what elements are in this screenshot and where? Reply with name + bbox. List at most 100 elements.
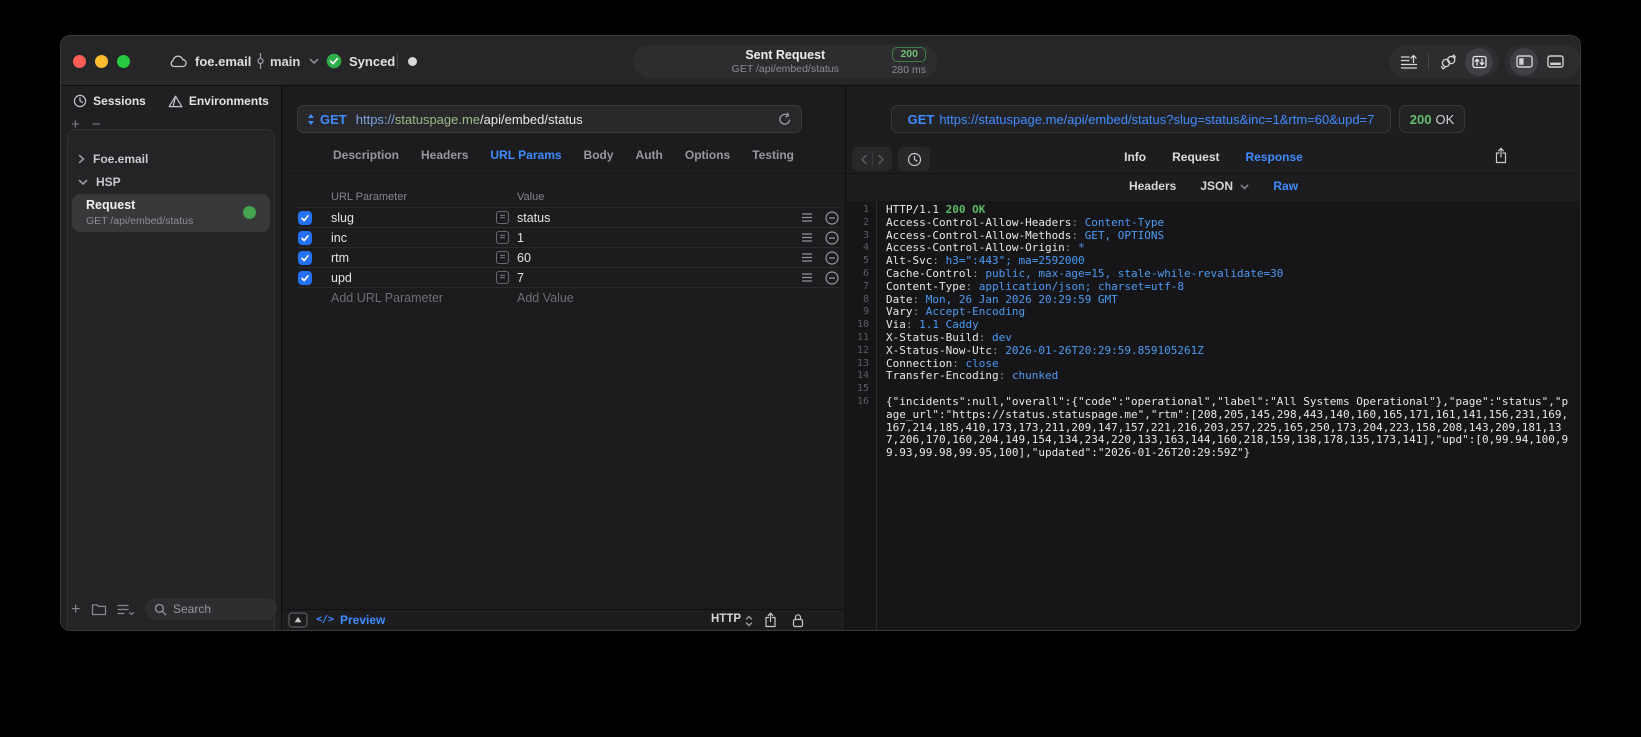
param-checkbox[interactable] — [298, 251, 312, 265]
drag-handle-icon[interactable] — [801, 252, 813, 263]
list-filter-icon[interactable] — [117, 603, 135, 616]
param-checkbox[interactable] — [298, 211, 312, 225]
request-list-item-selected[interactable]: Request GET /api/embed/status — [72, 194, 270, 232]
resend-icon[interactable] — [778, 112, 792, 127]
col-url-parameter: URL Parameter — [331, 191, 408, 203]
param-value-input[interactable]: status — [517, 211, 550, 225]
remove-request-button[interactable]: − — [92, 116, 101, 133]
add-item-button[interactable]: + — [71, 601, 80, 619]
remove-param-icon[interactable] — [825, 271, 839, 285]
drag-handle-icon[interactable] — [801, 212, 813, 223]
subtab-json-label: JSON — [1200, 179, 1234, 193]
tab-headers[interactable]: Headers — [421, 148, 468, 162]
param-checkbox[interactable] — [298, 231, 312, 245]
sync-status[interactable]: Synced — [326, 36, 395, 86]
protocol-selector[interactable]: HTTP — [711, 613, 741, 625]
titlebar: foe.email main Synced Sent Request GET /… — [61, 36, 1580, 86]
tab-response[interactable]: Response — [1245, 150, 1302, 164]
close-window-button[interactable] — [73, 55, 86, 68]
tree-item-foe-email[interactable]: Foe.email — [78, 152, 148, 166]
param-value-input[interactable]: 1 — [517, 231, 524, 245]
tab-options[interactable]: Options — [685, 148, 730, 162]
remove-param-icon[interactable] — [825, 211, 839, 225]
url-bar[interactable]: GET https:// statuspage.me /api/embed/st… — [297, 105, 802, 133]
tab-info[interactable]: Info — [1124, 150, 1146, 164]
param-value-input[interactable]: 7 — [517, 271, 524, 285]
folder-icon[interactable] — [91, 603, 107, 616]
layout-bottom-icon[interactable] — [1541, 48, 1569, 76]
sent-request-url[interactable]: GET https://statuspage.me/api/embed/stat… — [891, 105, 1391, 133]
param-name-input[interactable]: inc — [331, 231, 347, 245]
add-param-name-placeholder[interactable]: Add URL Parameter — [331, 291, 443, 305]
line-number: 10 — [856, 319, 869, 331]
param-name-input[interactable]: rtm — [331, 251, 349, 265]
tab-sessions[interactable]: Sessions — [73, 94, 146, 108]
chevron-down-icon — [309, 58, 319, 65]
workspace-menu[interactable]: foe.email — [169, 36, 251, 86]
minimize-window-button[interactable] — [95, 55, 108, 68]
method-stepper-icon[interactable] — [307, 113, 315, 126]
line-number: 4 — [862, 242, 869, 254]
sync-status-label: Synced — [349, 53, 396, 69]
sidebar-tabs: Sessions Environments — [61, 94, 281, 108]
remove-param-icon[interactable] — [825, 251, 839, 265]
param-row: inc = 1 — [297, 227, 839, 247]
tab-testing[interactable]: Testing — [752, 148, 794, 162]
share-icon[interactable] — [764, 612, 777, 628]
link-sync-icon[interactable] — [1434, 48, 1462, 76]
list-order-icon[interactable] — [1395, 48, 1423, 76]
clock-icon — [73, 94, 87, 108]
request-tabs: Description Headers URL Params Body Auth… — [282, 148, 845, 162]
request-response-icon[interactable] — [1465, 47, 1493, 76]
line-number: 3 — [862, 229, 869, 241]
request-editor: GET https:// statuspage.me /api/embed/st… — [282, 86, 846, 630]
lock-icon[interactable] — [792, 613, 804, 628]
code-line: {"incidents":null,"overall":{"code":"ope… — [886, 394, 1569, 460]
tree-item-label: HSP — [96, 175, 121, 189]
sidebar-footer: + Search — [61, 598, 281, 622]
preview-button[interactable]: Preview — [340, 613, 385, 627]
zoom-window-button[interactable] — [117, 55, 130, 68]
branch-selector[interactable]: main — [256, 36, 319, 86]
tab-body[interactable]: Body — [584, 148, 614, 162]
tab-auth[interactable]: Auth — [636, 148, 663, 162]
url-host: statuspage.me — [394, 111, 481, 127]
tab-environments[interactable]: Environments — [168, 94, 269, 108]
raw-response-text: HTTP/1.1 200 OK Access-Control-Allow-Head… — [877, 201, 1580, 630]
drag-handle-icon[interactable] — [801, 272, 813, 283]
export-share-icon[interactable] — [1494, 147, 1508, 164]
subtab-headers[interactable]: Headers — [1129, 179, 1176, 193]
tree-item-hsp[interactable]: HSP — [78, 175, 121, 189]
titlebar-divider — [397, 53, 398, 69]
add-param-value-placeholder[interactable]: Add Value — [517, 291, 574, 305]
param-value-input[interactable]: 60 — [517, 251, 531, 265]
sidebar-add-remove: + − — [71, 116, 101, 133]
tab-url-params[interactable]: URL Params — [490, 148, 561, 162]
tab-request[interactable]: Request — [1172, 150, 1219, 164]
subtab-json[interactable]: JSON — [1200, 179, 1249, 193]
tab-sessions-label: Sessions — [93, 94, 146, 108]
drag-handle-icon[interactable] — [801, 232, 813, 243]
app-window: foe.email main Synced Sent Request GET /… — [60, 35, 1581, 631]
layout-sidebar-icon[interactable] — [1510, 47, 1538, 76]
param-checkbox[interactable] — [298, 271, 312, 285]
search-input[interactable]: Search — [145, 598, 277, 620]
subtab-raw[interactable]: Raw — [1273, 179, 1298, 193]
code-icon: </> — [316, 614, 335, 625]
protocol-stepper-icon[interactable] — [745, 615, 753, 627]
line-number: 16 — [856, 395, 869, 407]
code-line: Transfer-Encoding: chunked — [886, 369, 1059, 383]
param-name-input[interactable]: slug — [331, 211, 354, 225]
line-number: 12 — [856, 344, 869, 356]
cloud-icon — [169, 54, 188, 68]
remove-param-icon[interactable] — [825, 231, 839, 245]
param-name-input[interactable]: upd — [331, 271, 352, 285]
line-number: 13 — [856, 357, 869, 369]
session-dot — [408, 57, 417, 66]
toolbar-group-layout — [1504, 45, 1580, 78]
request-status-bar[interactable]: Sent Request GET /api/embed/status 200 2… — [633, 45, 938, 78]
expand-panel-icon[interactable] — [288, 612, 308, 628]
status-code-badge: 200 — [892, 47, 926, 62]
tab-description[interactable]: Description — [333, 148, 399, 162]
add-request-button[interactable]: + — [71, 116, 80, 133]
